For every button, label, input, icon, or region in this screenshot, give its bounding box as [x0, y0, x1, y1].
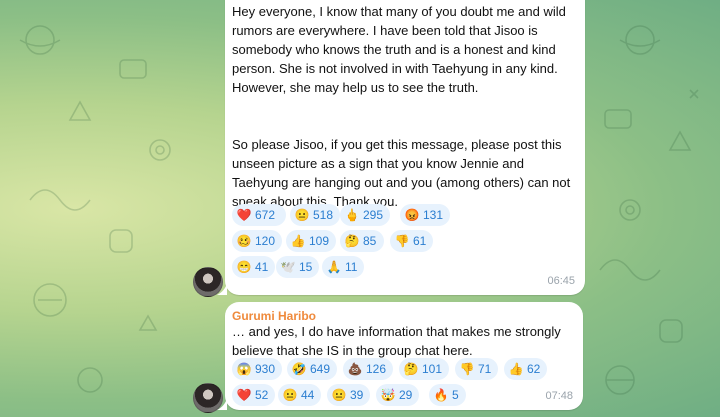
reaction-pill[interactable]: 😐 518 [290, 204, 341, 226]
reaction-count: 101 [422, 361, 443, 376]
reaction-count: 85 [363, 233, 377, 248]
avatar[interactable] [193, 383, 223, 413]
message-bubble[interactable]: Hey everyone, I know that many of you do… [225, 0, 585, 295]
reaction-count: 649 [310, 361, 331, 376]
thumbs-up-icon: 👍 [290, 233, 306, 248]
reaction-pill[interactable]: 😱 930 [232, 358, 283, 380]
reaction-count: 41 [255, 259, 269, 274]
screaming-face-icon: 😱 [236, 361, 252, 376]
heart-icon: ❤️ [236, 387, 252, 402]
grin-face-icon: 😁 [236, 259, 252, 274]
avatar[interactable] [193, 267, 223, 297]
message-text: … and yes, I do have information that ma… [232, 324, 561, 358]
reaction-count: 62 [527, 361, 541, 376]
reaction-count: 71 [478, 361, 492, 376]
reaction-pill[interactable]: 👎 61 [390, 230, 434, 252]
dove-icon: 🕊️ [280, 259, 296, 274]
reaction-count: 29 [399, 387, 413, 402]
neutral-face-icon: 😐 [294, 207, 310, 222]
reaction-pill[interactable]: 😡 131 [400, 204, 451, 226]
reaction-pill[interactable]: 🤯 29 [376, 384, 420, 406]
thinking-face-icon: 🤔 [403, 361, 419, 376]
fire-icon: 🔥 [433, 387, 449, 402]
reaction-pill[interactable]: 🤣 649 [287, 358, 338, 380]
reaction-pill[interactable]: 👍 109 [286, 230, 337, 252]
reaction-count: 295 [363, 207, 384, 222]
neutral-face-icon: 😐 [331, 387, 347, 402]
reaction-count: 39 [350, 387, 364, 402]
reaction-pill[interactable]: ❤️ 672 [232, 204, 286, 226]
woozy-face-icon: 🥴 [236, 233, 252, 248]
reaction-pill[interactable]: 🖕 295 [340, 204, 391, 226]
reaction-count: 930 [255, 361, 276, 376]
reaction-count: 672 [255, 207, 276, 222]
reaction-pill[interactable]: 🥴 120 [232, 230, 283, 252]
reaction-count: 109 [309, 233, 330, 248]
thumbs-down-icon: 👎 [394, 233, 410, 248]
reaction-count: 44 [301, 387, 315, 402]
reaction-count: 61 [413, 233, 427, 248]
angry-face-icon: 😡 [404, 207, 420, 222]
reaction-pill[interactable]: 👍 62 [504, 358, 548, 380]
reaction-pill[interactable]: ❤️ 52 [232, 384, 276, 406]
reaction-pill[interactable]: 💩 126 [343, 358, 394, 380]
message-bubble[interactable]: Gurumi Haribo … and yes, I do have infor… [225, 302, 583, 410]
thinking-face-icon: 🤔 [344, 233, 360, 248]
reaction-count: 52 [255, 387, 269, 402]
reaction-pill[interactable]: 😐 39 [327, 384, 371, 406]
message-time: 07:48 [545, 390, 573, 402]
reaction-pill[interactable]: 😁 41 [232, 256, 276, 278]
message-text: So please Jisoo, if you get this message… [232, 137, 571, 209]
reaction-pill[interactable]: 🔥 5 [429, 384, 466, 406]
reaction-count: 11 [345, 259, 358, 274]
reaction-pill[interactable]: 👎 71 [455, 358, 499, 380]
reaction-count: 15 [299, 259, 313, 274]
reaction-pill[interactable]: 🤔 85 [340, 230, 384, 252]
reaction-count: 518 [313, 207, 334, 222]
thumbs-down-icon: 👎 [459, 361, 475, 376]
heart-icon: ❤️ [236, 207, 252, 222]
reaction-pill[interactable]: 🙏 11 [322, 256, 365, 278]
message-time: 06:45 [547, 275, 575, 287]
praying-hands-icon: 🙏 [326, 259, 342, 274]
poop-icon: 💩 [347, 361, 363, 376]
middle-finger-icon: 🖕 [344, 207, 360, 222]
reaction-count: 131 [423, 207, 444, 222]
reaction-count: 5 [452, 387, 459, 402]
exploding-head-icon: 🤯 [380, 387, 396, 402]
reaction-pill[interactable]: 🤔 101 [399, 358, 450, 380]
reaction-count: 126 [366, 361, 387, 376]
thumbs-up-icon: 👍 [508, 361, 524, 376]
message-text: Hey everyone, I know that many of you do… [232, 4, 566, 95]
rofl-face-icon: 🤣 [291, 361, 307, 376]
reaction-count: 120 [255, 233, 276, 248]
reaction-pill[interactable]: 😐 44 [278, 384, 322, 406]
reaction-pill[interactable]: 🕊️ 15 [276, 256, 320, 278]
neutral-face-icon: 😐 [282, 387, 298, 402]
